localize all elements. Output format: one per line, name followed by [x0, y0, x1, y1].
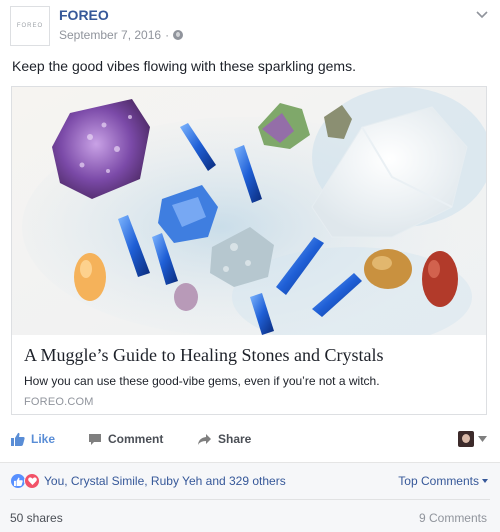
crystals-image-art — [12, 87, 486, 335]
crystals-photo[interactable] — [12, 87, 486, 335]
page-avatar[interactable]: FOREO — [10, 6, 50, 46]
caret-down-icon — [478, 436, 487, 442]
post-date[interactable]: September 7, 2016 — [59, 28, 161, 42]
like-label: Like — [31, 432, 56, 446]
reactions-row[interactable]: You, Crystal Simile, Ruby Yeh and 329 ot… — [10, 473, 286, 489]
link-domain: FOREO.COM — [24, 396, 94, 408]
top-comments-dropdown[interactable]: Top Comments — [398, 474, 488, 488]
facebook-post: FOREO FOREO September 7, 2016 · Keep the… — [0, 0, 500, 532]
like-button[interactable]: Like — [11, 432, 55, 446]
post-header: FOREO FOREO September 7, 2016 · — [10, 6, 490, 46]
link-title[interactable]: A Muggle’s Guide to Healing Stones and C… — [24, 345, 383, 366]
post-actions-bar: Like Comment Share — [11, 428, 489, 458]
link-preview-card[interactable]: A Muggle’s Guide to Healing Stones and C… — [11, 86, 487, 415]
comment-button[interactable]: Comment — [88, 432, 163, 446]
chevron-down-icon[interactable] — [474, 8, 490, 22]
comments-count[interactable]: 9 Comments — [419, 511, 487, 525]
love-reaction-icon — [24, 473, 40, 489]
viewer-avatar — [458, 431, 474, 447]
summary-divider — [10, 499, 490, 500]
reactions-names[interactable]: You, Crystal Simile, Ruby Yeh and 329 ot… — [44, 474, 286, 488]
caret-down-icon — [482, 479, 488, 483]
share-button[interactable]: Share — [197, 432, 251, 446]
globe-icon — [173, 30, 184, 40]
post-meta: September 7, 2016 · — [59, 28, 184, 42]
share-arrow-icon — [198, 433, 211, 445]
post-message: Keep the good vibes flowing with these s… — [12, 58, 356, 74]
link-description: How you can use these good-vibe gems, ev… — [24, 374, 380, 388]
reaction-identity-selector[interactable] — [458, 431, 487, 447]
avatar-logo-text: FOREO — [16, 23, 44, 29]
shares-count[interactable]: 50 shares — [10, 511, 63, 525]
meta-separator: · — [165, 28, 170, 42]
share-label: Share — [218, 432, 252, 446]
comment-label: Comment — [108, 432, 164, 446]
reactions-summary: You, Crystal Simile, Ruby Yeh and 329 ot… — [0, 462, 500, 532]
thumbs-up-icon — [11, 432, 25, 446]
comment-icon — [89, 433, 101, 445]
page-name-link[interactable]: FOREO — [59, 7, 109, 23]
top-comments-label: Top Comments — [398, 474, 479, 488]
